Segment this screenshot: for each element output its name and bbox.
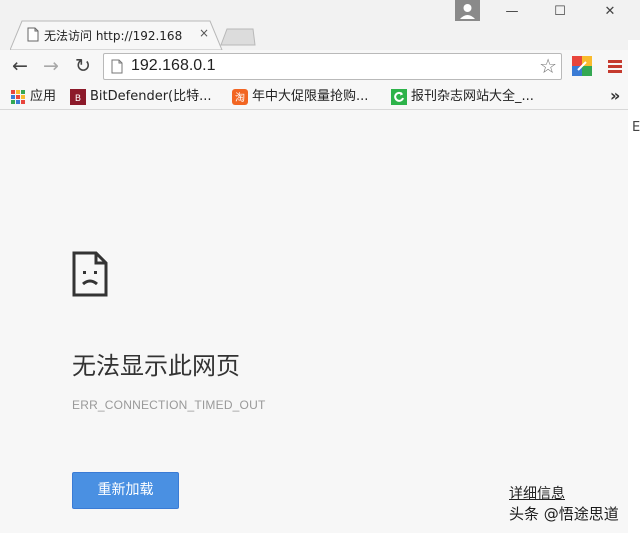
title-bar: — ☐ ✕ 无法访问 http://192.168 × <box>0 0 640 50</box>
apps-grid-icon <box>11 90 25 104</box>
menu-icon[interactable] <box>606 57 624 75</box>
sad-page-icon <box>72 251 108 297</box>
reload-button[interactable]: 重新加载 <box>72 472 179 509</box>
page-content: 无法显示此网页 ERR_CONNECTION_TIMED_OUT 重新加载 详细… <box>0 110 628 533</box>
user-profile-icon[interactable] <box>455 0 480 21</box>
svg-text:淘: 淘 <box>235 91 245 104</box>
taobao-icon: 淘 <box>232 89 248 105</box>
adjacent-window-edge <box>628 40 640 533</box>
bookmark-label: 应用 <box>30 89 57 104</box>
address-bar[interactable]: 192.168.0.1 ☆ <box>103 53 562 80</box>
details-link[interactable]: 详细信息 <box>509 483 565 503</box>
adjacent-window-text: E <box>632 120 640 135</box>
bookmarks-overflow-button[interactable]: » <box>610 86 620 105</box>
maximize-button[interactable]: ☐ <box>550 4 570 20</box>
bookmark-label: 年中大促限量抢购... <box>252 89 369 104</box>
bookmark-star-icon[interactable]: ☆ <box>539 55 557 77</box>
page-icon <box>111 59 123 74</box>
reload-icon[interactable]: ↻ <box>72 55 94 77</box>
error-code: ERR_CONNECTION_TIMED_OUT <box>72 398 266 412</box>
tab-title: 无法访问 http://192.168 <box>44 29 183 43</box>
bookmarks-bar: 应用 B BitDefender(比特... 淘 年中大促限量抢购... 报刊杂… <box>0 83 640 110</box>
page-icon <box>27 27 39 42</box>
tab-close-icon[interactable]: × <box>199 26 209 40</box>
watermark-text: 头条 @悟途思道 <box>509 505 619 523</box>
toolbar: ← → ↻ 192.168.0.1 ☆ <box>0 50 640 83</box>
close-window-button[interactable]: ✕ <box>600 4 620 20</box>
new-tab-button[interactable] <box>220 28 256 46</box>
url-text[interactable]: 192.168.0.1 <box>131 57 216 75</box>
tab-active[interactable]: 无法访问 http://192.168 × <box>10 20 223 50</box>
bookmark-label: BitDefender(比特... <box>90 89 212 104</box>
svg-text:B: B <box>75 94 81 104</box>
bookmark-label: 报刊杂志网站大全_... <box>411 89 534 104</box>
extension-icon[interactable] <box>572 56 592 76</box>
forward-button[interactable]: → <box>40 55 62 77</box>
error-title: 无法显示此网页 <box>72 352 240 380</box>
green-refresh-icon <box>391 89 407 105</box>
minimize-button[interactable]: — <box>502 4 522 20</box>
bitdefender-icon: B <box>70 89 86 105</box>
back-button[interactable]: ← <box>9 55 31 77</box>
